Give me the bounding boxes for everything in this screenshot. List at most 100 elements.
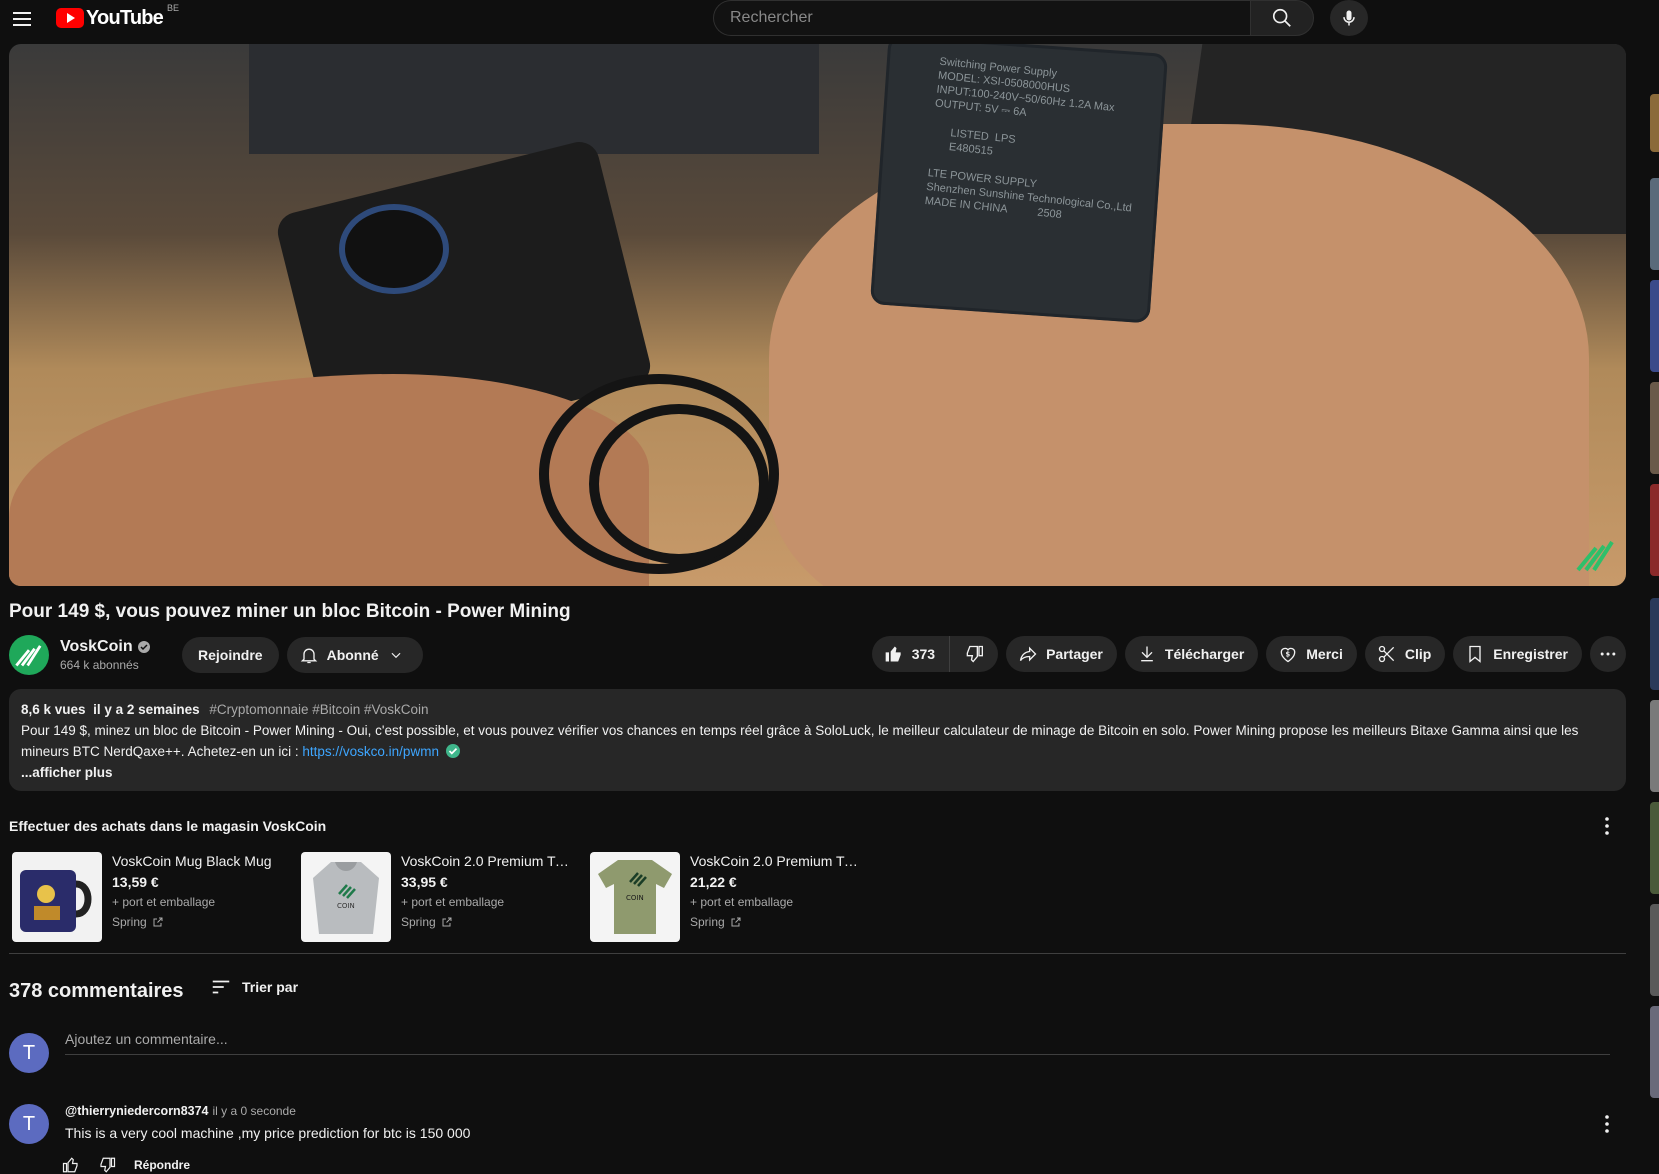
recommended-thumbnail-sliver[interactable] xyxy=(1650,484,1659,576)
bell-icon xyxy=(300,648,317,664)
merch-image-mug xyxy=(12,852,102,942)
join-button[interactable]: Rejoindre xyxy=(182,637,279,673)
description-text-block: Pour 149 $, minez un bloc de Bitcoin - P… xyxy=(21,720,1614,762)
recommended-thumbnail-sliver[interactable] xyxy=(1650,280,1659,372)
masthead: YouTube BE Rechercher xyxy=(0,0,1659,44)
show-more-button[interactable]: ...afficher plus xyxy=(21,762,1614,783)
merch-image-tshirt: COIN xyxy=(590,852,680,942)
comment-author-initial: T xyxy=(22,1112,36,1135)
merch-price: 21,22 € xyxy=(690,874,737,890)
merch-vendor: Spring xyxy=(401,915,571,929)
channel-avatar[interactable] xyxy=(9,635,49,675)
merch-vendor: Spring xyxy=(690,915,860,929)
merch-item[interactable]: COIN VoskCoin 2.0 Premium T-S... 33,95 €… xyxy=(301,852,581,944)
merch-name: VoskCoin 2.0 Premium T-S... xyxy=(690,853,860,869)
sort-comments-button[interactable]: Trier par xyxy=(210,976,298,998)
recommended-thumbnail-sliver[interactable] xyxy=(1650,1006,1659,1098)
youtube-logo[interactable]: YouTube BE xyxy=(56,3,179,30)
video-actions: 373 Partager Télécharger $ Merci Clip En… xyxy=(871,636,1626,672)
hashtags[interactable]: #Cryptomonnaie #Bitcoin #VoskCoin xyxy=(209,702,428,717)
merch-shipping: + port et emballage xyxy=(690,895,794,909)
search-button[interactable] xyxy=(1250,0,1314,36)
download-icon xyxy=(1141,646,1153,662)
download-button[interactable]: Télécharger xyxy=(1124,636,1259,672)
recommended-thumbnail-sliver[interactable] xyxy=(1650,94,1659,152)
merch-more-vertical-icon[interactable] xyxy=(1595,814,1619,838)
merch-item[interactable]: COIN VoskCoin 2.0 Premium T-S... 21,22 €… xyxy=(590,852,870,944)
merch-shipping: + port et emballage xyxy=(401,895,505,909)
subscribed-button[interactable]: Abonné xyxy=(286,637,423,673)
clip-button[interactable]: Clip xyxy=(1364,636,1446,672)
share-icon xyxy=(1019,646,1037,662)
merch-name: VoskCoin Mug Black Mug xyxy=(112,853,272,869)
chevron-down-icon xyxy=(391,652,401,659)
tshirt-print-text: COIN xyxy=(626,894,644,902)
sort-icon xyxy=(212,980,230,994)
scissors-icon xyxy=(1378,645,1394,663)
recommended-thumbnail-sliver[interactable] xyxy=(1650,598,1659,690)
merch-vendor-name: Spring xyxy=(112,915,147,929)
comment-like-icon[interactable] xyxy=(62,1156,80,1174)
comment-dislike-icon[interactable] xyxy=(98,1156,116,1174)
channel-name[interactable]: VoskCoin xyxy=(60,638,133,656)
more-actions-button[interactable] xyxy=(1590,636,1626,672)
subscriber-count: 664 k abonnés xyxy=(60,658,139,672)
search-icon xyxy=(1272,8,1291,27)
thumbs-down-icon xyxy=(966,645,984,663)
add-comment-input[interactable]: Ajoutez un commentaire... xyxy=(65,1031,1610,1055)
heart-dollar-icon: $ xyxy=(1280,647,1296,663)
share-button[interactable]: Partager xyxy=(1006,636,1117,672)
merch-item[interactable]: VoskCoin Mug Black Mug 13,59 € + port et… xyxy=(12,852,292,944)
subscribed-label: Abonné xyxy=(326,647,379,663)
comment-header: @thierryniedercorn8374 il y a 0 seconde xyxy=(65,1104,296,1118)
current-user-avatar[interactable]: T xyxy=(9,1033,49,1073)
view-count: 8,6 k vues xyxy=(21,702,86,717)
description-box[interactable]: 8,6 k vues il y a 2 semaines #Cryptomonn… xyxy=(9,689,1626,791)
current-user-initial: T xyxy=(22,1041,36,1064)
like-dislike-group: 373 xyxy=(871,636,999,672)
recommended-thumbnail-sliver[interactable] xyxy=(1650,904,1659,996)
merch-price: 33,95 € xyxy=(401,874,448,890)
comment-author-avatar[interactable]: T xyxy=(9,1104,49,1144)
dislike-button[interactable] xyxy=(950,636,998,672)
description-link[interactable]: https://voskco.in/pwmn xyxy=(302,744,439,759)
hamburger-menu-icon[interactable] xyxy=(10,7,34,31)
microphone-icon xyxy=(1343,10,1355,26)
video-frame-box xyxy=(249,44,819,154)
tshirt-image-icon: COIN xyxy=(598,860,672,934)
reply-button[interactable]: Répondre xyxy=(134,1158,190,1172)
hoodie-print-text: COIN xyxy=(337,902,355,910)
svg-text:$: $ xyxy=(1286,651,1291,659)
recommended-thumbnail-sliver[interactable] xyxy=(1650,382,1659,474)
description-meta: 8,6 k vues il y a 2 semaines #Cryptomonn… xyxy=(21,699,1614,720)
channel-name-row: VoskCoin xyxy=(60,638,160,656)
sort-label: Trier par xyxy=(242,979,299,995)
bookmark-icon xyxy=(1469,645,1481,663)
channel-info: VoskCoin 664 k abonnés xyxy=(60,638,160,672)
save-button[interactable]: Enregistrer xyxy=(1453,636,1582,672)
merch-image-hoodie: COIN xyxy=(301,852,391,942)
video-player[interactable]: Switching Power Supply MODEL: XSI-050800… xyxy=(9,44,1626,586)
thanks-button[interactable]: $ Merci xyxy=(1266,636,1357,672)
search-input[interactable]: Rechercher xyxy=(713,0,1250,36)
clip-label: Clip xyxy=(1404,646,1432,662)
merch-vendor-name: Spring xyxy=(690,915,725,929)
like-button[interactable]: 373 xyxy=(872,636,951,672)
merch-vendor-name: Spring xyxy=(401,915,436,929)
recommended-thumbnail-sliver[interactable] xyxy=(1650,700,1659,792)
comment-text: This is a very cool machine ,my price pr… xyxy=(65,1125,471,1141)
recommended-thumbnail-sliver[interactable] xyxy=(1650,178,1659,270)
external-link-icon xyxy=(153,917,163,927)
comment-actions: Répondre xyxy=(62,1156,190,1174)
merch-shipping: + port et emballage xyxy=(112,895,216,909)
share-label: Partager xyxy=(1046,646,1103,662)
video-title: Pour 149 $, vous pouvez miner un bloc Bi… xyxy=(9,601,571,622)
merch-shelf-title: Effectuer des achats dans le magasin Vos… xyxy=(9,818,327,834)
voice-search-button[interactable] xyxy=(1330,0,1368,36)
comment-more-vertical-icon[interactable] xyxy=(1595,1112,1619,1136)
comment-timestamp[interactable]: il y a 0 seconde xyxy=(213,1104,296,1118)
merch-info: VoskCoin 2.0 Premium T-S... 33,95 € + po… xyxy=(401,852,571,944)
comment-author-name[interactable]: @thierryniedercorn8374 xyxy=(65,1104,209,1118)
recommended-thumbnail-sliver[interactable] xyxy=(1650,802,1659,894)
external-link-icon xyxy=(442,917,452,927)
